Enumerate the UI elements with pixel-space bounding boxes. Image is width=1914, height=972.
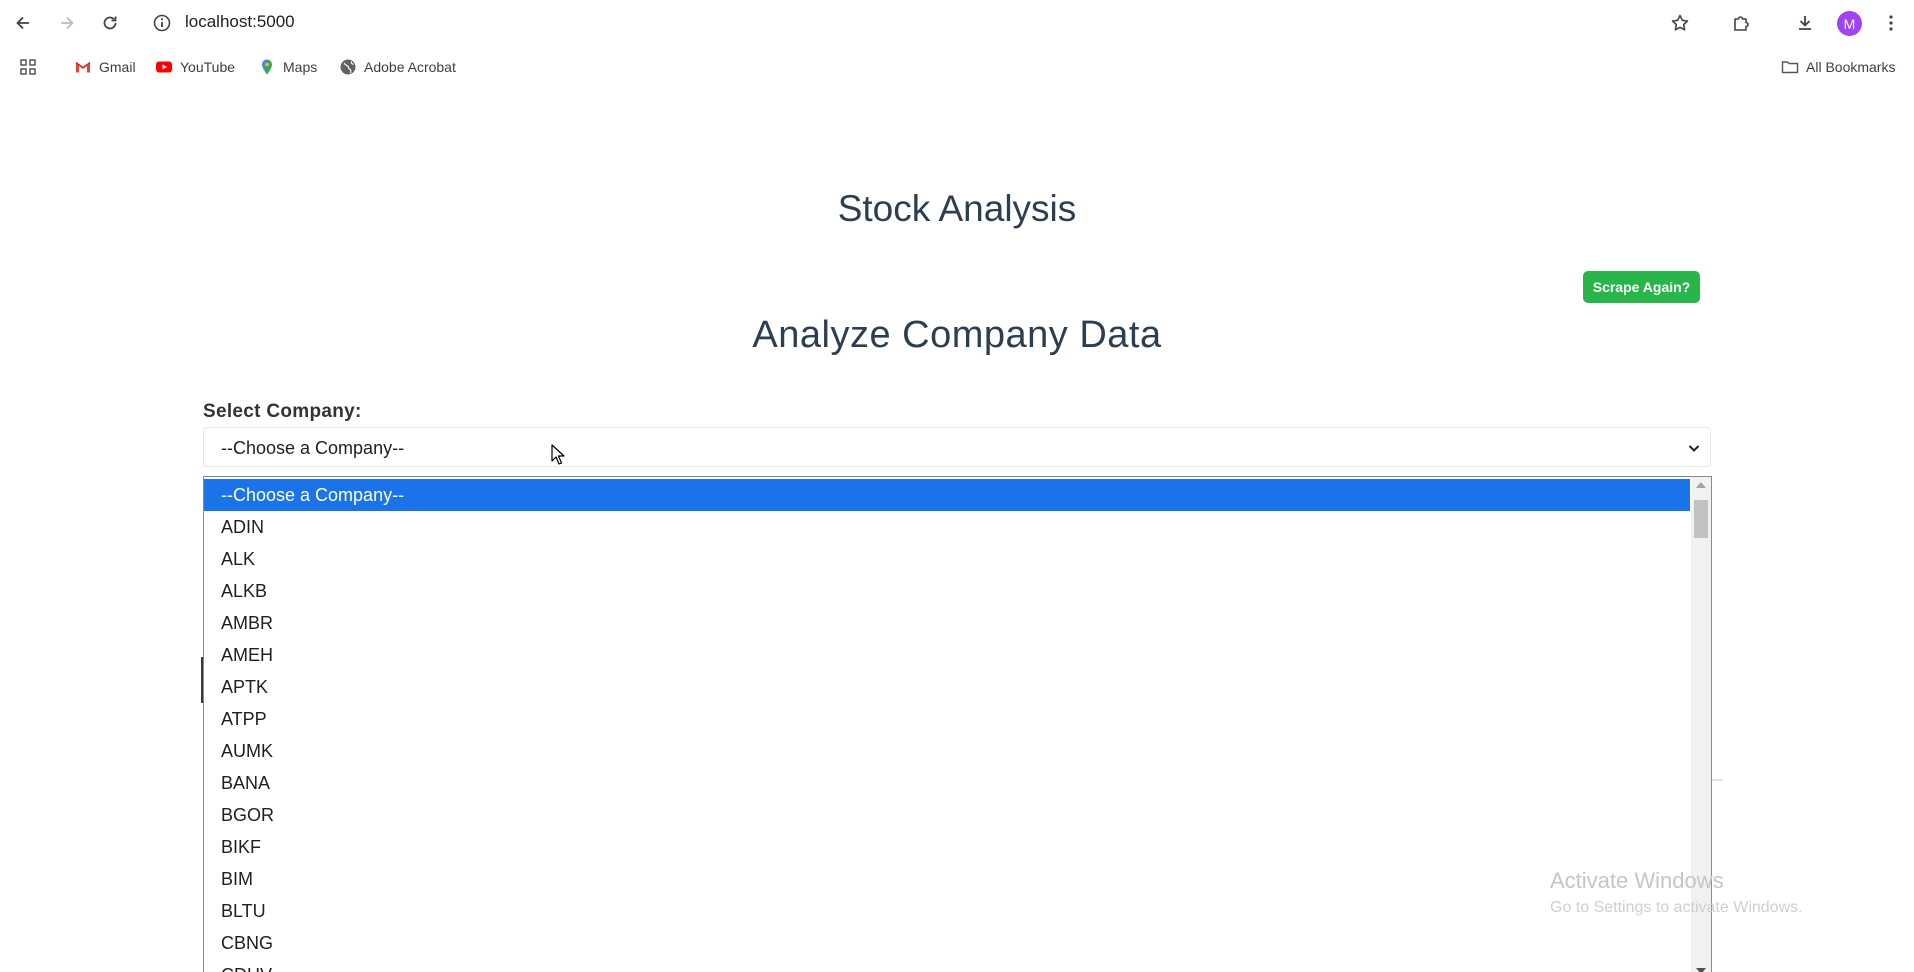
dropdown-option[interactable]: AMEH [204, 639, 1690, 671]
bookmark-label: Adobe Acrobat [364, 59, 456, 75]
dropdown-scrollbar[interactable] [1691, 477, 1711, 972]
apps-grid-icon [20, 59, 36, 75]
company-select[interactable]: --Choose a Company-- [203, 427, 1711, 467]
puzzle-icon [1734, 16, 1749, 31]
scroll-down-arrow-icon[interactable] [1696, 968, 1706, 972]
dropdown-option[interactable]: CDHV [204, 959, 1690, 972]
dropdown-option[interactable]: APTK [204, 671, 1690, 703]
dropdown-option[interactable]: ALKB [204, 575, 1690, 607]
bookmark-gmail[interactable]: Gmail [74, 58, 136, 76]
site-info-icon[interactable] [151, 12, 173, 34]
bookmark-star-button[interactable] [1665, 8, 1695, 38]
dropdown-option[interactable]: AMBR [204, 607, 1690, 639]
bookmark-youtube[interactable]: YouTube [155, 58, 235, 76]
maps-icon [262, 59, 272, 75]
dropdown-option[interactable]: BIKF [204, 831, 1690, 863]
dropdown-option[interactable]: BLTU [204, 895, 1690, 927]
windows-watermark-title: Activate Windows [1550, 868, 1724, 893]
back-button[interactable] [8, 8, 38, 38]
youtube-icon [156, 61, 172, 73]
dropdown-option[interactable]: ATPP [204, 703, 1690, 735]
globe-icon [340, 59, 356, 75]
kebab-menu-icon [1889, 15, 1893, 31]
dropdown-option[interactable]: ALK [204, 543, 1690, 575]
scrollbar-thumb[interactable] [1694, 500, 1708, 538]
dropdown-option[interactable]: BANA [204, 767, 1690, 799]
bookmark-adobe-acrobat[interactable]: Adobe Acrobat [339, 58, 456, 76]
reload-button[interactable] [95, 8, 125, 38]
star-icon [1671, 14, 1689, 31]
bookmark-label: Maps [283, 59, 318, 75]
gmail-icon [75, 62, 91, 73]
dropdown-option[interactable]: BIM [204, 863, 1690, 895]
scroll-up-arrow-icon[interactable] [1696, 482, 1706, 488]
mouse-cursor-icon [551, 444, 565, 465]
dropdown-option[interactable]: BGOR [204, 799, 1690, 831]
chevron-down-icon [1688, 445, 1700, 452]
bookmark-label: YouTube [180, 59, 236, 75]
reload-icon [103, 16, 117, 30]
all-bookmarks-label: All Bookmarks [1806, 59, 1896, 75]
dropdown-option[interactable]: CBNG [204, 927, 1690, 959]
company-dropdown-list[interactable]: --Choose a Company-- ADIN ALK ALKB AMBR AMEH A… [203, 476, 1712, 972]
select-current-value: --Choose a Company-- [221, 438, 405, 458]
bookmark-label: Gmail [99, 59, 136, 75]
forward-button[interactable] [52, 8, 82, 38]
dropdown-option[interactable]: ADIN [204, 511, 1690, 543]
bookmarks-bar: Gmail YouTube Maps Adobe Acrobat All Boo… [0, 50, 1914, 86]
scrape-again-button[interactable]: Scrape Again? [1583, 271, 1700, 303]
bookmark-maps[interactable]: Maps [258, 58, 317, 76]
profile-avatar[interactable]: M [1837, 11, 1862, 36]
downloads-button[interactable] [1790, 8, 1820, 38]
address-bar-url[interactable]: localhost:5000 [185, 12, 295, 32]
extensions-button[interactable] [1726, 8, 1756, 38]
folder-icon [1781, 61, 1799, 74]
forward-arrow-icon [61, 16, 74, 30]
page-title: Stock Analysis [837, 188, 1077, 229]
page-content: Stock Analysis Scrape Again? Analyze Com… [0, 96, 1914, 972]
download-icon [1799, 16, 1811, 30]
apps-button[interactable] [19, 58, 37, 76]
all-bookmarks-button[interactable]: All Bookmarks [1781, 58, 1895, 76]
windows-watermark-subtitle: Go to Settings to activate Windows. [1550, 899, 1803, 916]
dropdown-option[interactable]: AUMK [204, 735, 1690, 767]
browser-toolbar: localhost:5000 M [0, 0, 1914, 46]
dropdown-option[interactable]: --Choose a Company-- [204, 479, 1690, 511]
section-heading: Analyze Company Data [752, 314, 1162, 356]
select-company-label: Select Company: [203, 401, 362, 422]
browser-menu-button[interactable] [1876, 8, 1906, 38]
back-arrow-icon [16, 16, 29, 30]
